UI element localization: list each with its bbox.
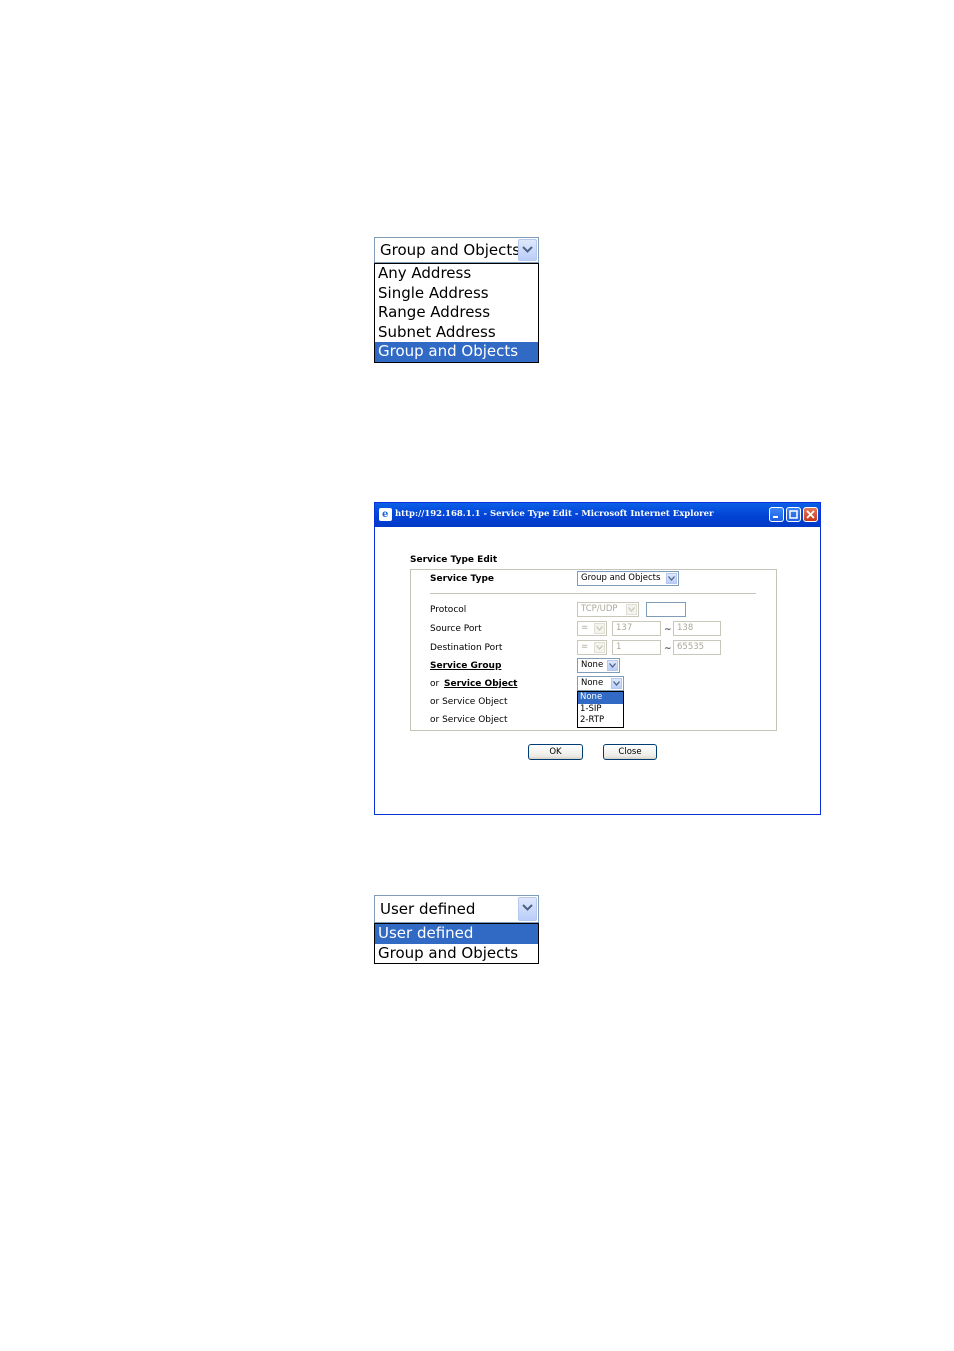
option-1-sip[interactable]: 1-SIP — [578, 704, 623, 716]
service-object-link[interactable]: Service Object — [444, 679, 517, 689]
window-title: http://192.168.1.1 - Service Type Edit -… — [395, 509, 714, 519]
address-type-dropdown[interactable]: Group and Objects Any Address Single Add… — [374, 237, 539, 363]
chevron-down-icon — [626, 604, 637, 615]
service-group-link[interactable]: Service Group — [430, 661, 501, 671]
service-object-options: None 1-SIP 2-RTP — [577, 691, 624, 728]
chevron-down-icon — [594, 623, 605, 634]
service-type-select[interactable]: Group and Objects — [577, 571, 679, 586]
chevron-down-icon[interactable] — [518, 239, 537, 261]
service-group-value: None — [581, 660, 604, 670]
source-port-start-input: 137 — [612, 621, 661, 636]
option-group-and-objects[interactable]: Group and Objects — [375, 944, 538, 964]
option-range-address[interactable]: Range Address — [375, 303, 538, 323]
source-port-label: Source Port — [430, 624, 482, 634]
option-none[interactable]: None — [578, 692, 623, 704]
destination-port-operator-select: = — [577, 640, 607, 655]
destination-port-operator: = — [581, 642, 589, 652]
option-2-rtp[interactable]: 2-RTP — [578, 715, 623, 727]
close-window-button[interactable] — [803, 507, 818, 522]
window-content: Service Type Edit Service Type Group and… — [375, 527, 820, 814]
service-type-large-select[interactable]: User defined — [374, 895, 539, 923]
ie-logo-icon: e — [379, 508, 392, 521]
maximize-button[interactable] — [786, 507, 801, 522]
protocol-number-input[interactable] — [646, 602, 686, 617]
source-port-end-input: 138 — [673, 621, 721, 636]
destination-port-label: Destination Port — [430, 643, 503, 653]
chevron-down-icon[interactable] — [611, 678, 622, 689]
option-any-address[interactable]: Any Address — [375, 264, 538, 284]
service-type-large-selected: User defined — [380, 900, 476, 918]
option-single-address[interactable]: Single Address — [375, 284, 538, 304]
destination-port-start-input: 1 — [612, 640, 661, 655]
protocol-value: TCP/UDP — [581, 604, 618, 614]
or-service-object-3-label: or Service Object — [430, 715, 508, 725]
service-type-large-options: User defined Group and Objects — [374, 923, 539, 964]
destination-port-end: 65535 — [677, 642, 705, 652]
or-prefix: or — [430, 679, 440, 689]
option-subnet-address[interactable]: Subnet Address — [375, 323, 538, 343]
service-type-dropdown[interactable]: User defined User defined Group and Obje… — [374, 895, 539, 964]
minimize-button[interactable] — [769, 507, 784, 522]
source-port-range-tilde: ~ — [664, 625, 672, 635]
close-button[interactable]: Close — [603, 744, 657, 760]
chevron-down-icon[interactable] — [518, 897, 537, 921]
service-type-label: Service Type — [430, 574, 495, 584]
option-user-defined[interactable]: User defined — [375, 924, 538, 944]
source-port-end: 138 — [677, 623, 694, 633]
chevron-down-icon[interactable] — [607, 660, 618, 671]
form-title: Service Type Edit — [410, 555, 498, 565]
address-type-options: Any Address Single Address Range Address… — [374, 263, 539, 363]
or-service-object-2-label: or Service Object — [430, 697, 508, 707]
destination-port-start: 1 — [616, 642, 622, 652]
destination-port-range-tilde: ~ — [664, 644, 672, 654]
source-port-start: 137 — [616, 623, 633, 633]
address-type-select[interactable]: Group and Objects — [374, 237, 539, 263]
chevron-down-icon[interactable] — [666, 573, 677, 584]
chevron-down-icon — [594, 642, 605, 653]
protocol-select: TCP/UDP — [577, 602, 639, 617]
source-port-operator: = — [581, 623, 589, 633]
service-object-select[interactable]: None — [577, 676, 624, 691]
destination-port-end-input: 65535 — [673, 640, 721, 655]
divider — [430, 593, 756, 594]
service-type-value: Group and Objects — [581, 573, 661, 583]
address-type-selected: Group and Objects — [380, 241, 521, 259]
window-titlebar[interactable]: e http://192.168.1.1 - Service Type Edit… — [375, 503, 820, 527]
option-group-and-objects[interactable]: Group and Objects — [375, 342, 538, 362]
protocol-label: Protocol — [430, 605, 467, 615]
source-port-operator-select: = — [577, 621, 607, 636]
ie-window: e http://192.168.1.1 - Service Type Edit… — [374, 502, 821, 815]
service-object-value: None — [581, 678, 604, 688]
ok-button[interactable]: OK — [528, 744, 583, 760]
service-group-select[interactable]: None — [577, 658, 620, 673]
